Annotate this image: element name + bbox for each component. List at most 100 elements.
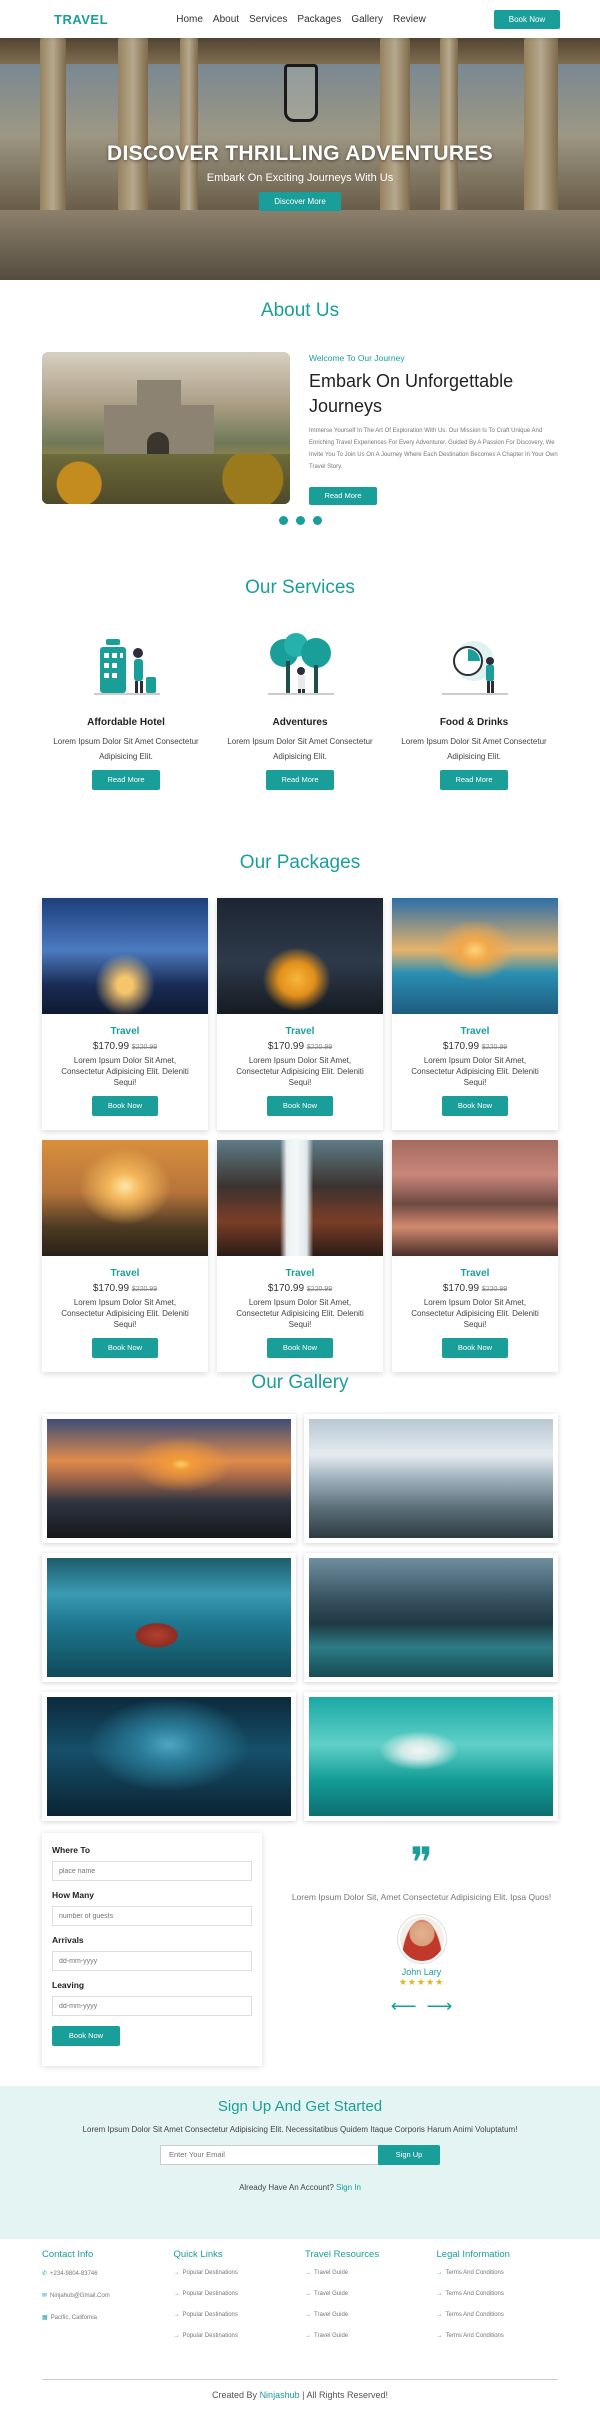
adventure-icon	[220, 631, 380, 703]
package-book-now-button[interactable]: Book Now	[92, 1096, 158, 1117]
package-name: Travel	[285, 1026, 315, 1037]
package-price: $170.99 $220.99	[217, 1041, 383, 1052]
footer-link[interactable]: → Travel Guide	[305, 2312, 427, 2318]
hotel-icon	[46, 631, 206, 703]
package-current-price: $170.99	[92, 1283, 130, 1294]
gallery-image-sunset-rocks[interactable]	[42, 1414, 296, 1543]
copyright: Created By Ninjashub | All Rights Reserv…	[42, 2379, 558, 2400]
copyright-suffix: | All Rights Reserved!	[302, 2390, 388, 2400]
signup-button[interactable]: Sign Up	[378, 2144, 440, 2165]
footer-link-text: Terms And Conditions	[445, 2333, 504, 2339]
package-old-price: $220.99	[131, 1286, 158, 1293]
package-current-price: $170.99	[92, 1041, 130, 1052]
footer-link[interactable]: → Terms And Conditions	[437, 2333, 559, 2339]
booking-review-section: Where To How Many Arrivals Leaving Book …	[0, 1829, 600, 2086]
footer-link[interactable]: → Terms And Conditions	[437, 2270, 559, 2276]
package-old-price: $220.99	[481, 1044, 508, 1051]
packages-grid: Travel $170.99 $220.99 Lorem Ipsum Dolor…	[42, 898, 558, 1372]
map-icon: ▦	[42, 2315, 48, 2321]
arrow-right-icon: →	[305, 2333, 311, 2339]
hero-content: DISCOVER THRILLING ADVENTURES Embark On …	[0, 142, 600, 211]
service-card: Food & Drinks Lorem Ipsum Dolor Sit Amet…	[394, 631, 554, 791]
footer-resources: Travel Resources → Travel Guide → Travel G…	[305, 2249, 427, 2354]
footer-link-text: Popular Destinations	[182, 2291, 238, 2297]
package-book-now-button[interactable]: Book Now	[92, 1338, 158, 1359]
service-read-more-button[interactable]: Read More	[440, 770, 508, 791]
service-read-more-button[interactable]: Read More	[266, 770, 334, 791]
email-input[interactable]	[160, 2144, 378, 2165]
mail-icon: ✉	[42, 2293, 48, 2299]
service-read-more-button[interactable]: Read More	[92, 770, 160, 791]
leaving-date-input[interactable]	[52, 1996, 252, 2016]
signup-title: Sign Up And Get Started	[217, 2098, 383, 2115]
footer-link[interactable]: → Popular Destinations	[174, 2312, 296, 2318]
footer-link[interactable]: → Terms And Conditions	[437, 2291, 559, 2297]
footer-email: ✉ Ninjahub@Gmail.Com	[42, 2292, 164, 2299]
nav-link-review[interactable]: Review	[393, 14, 426, 25]
arrivals-date-input[interactable]	[52, 1951, 252, 1971]
service-title: Affordable Hotel	[87, 717, 165, 728]
logo[interactable]: TRAVEL	[54, 12, 108, 27]
footer-link[interactable]: → Travel Guide	[305, 2291, 427, 2297]
footer-link[interactable]: → Terms And Conditions	[437, 2312, 559, 2318]
about-read-more-button[interactable]: Read More	[309, 487, 377, 506]
package-name: Travel	[110, 1268, 140, 1279]
about-heading: Embark On Unforgettable Journeys	[309, 371, 514, 417]
package-card: Travel $170.99 $220.99 Lorem Ipsum Dolor…	[392, 898, 558, 1130]
nav-link-gallery[interactable]: Gallery	[351, 14, 383, 25]
nav-link-home[interactable]: Home	[176, 14, 203, 25]
nav-book-now-button[interactable]: Book Now	[493, 9, 560, 29]
footer-link[interactable]: → Travel Guide	[305, 2270, 427, 2276]
how-many-label: How Many	[52, 1890, 95, 1900]
copyright-brand[interactable]: Ninjashub	[260, 2390, 300, 2400]
arrow-right-icon[interactable]: ⟶	[427, 1996, 453, 2017]
testimonial: ❞ Lorem Ipsum Dolor Sit, Amet Consectetu…	[283, 1842, 560, 2017]
package-card: Travel $170.99 $220.99 Lorem Ipsum Dolor…	[217, 898, 383, 1130]
gallery-image-kayak[interactable]	[42, 1553, 296, 1682]
signin-link[interactable]: Sign In	[336, 2183, 361, 2192]
discover-more-button[interactable]: Discover More	[259, 192, 341, 211]
footer-resources-title: Travel Resources	[305, 2249, 380, 2260]
gallery-image-ice-cave[interactable]	[42, 1692, 296, 1821]
booking-book-now-button[interactable]: Book Now	[52, 2026, 120, 2046]
package-image-lake	[392, 1140, 558, 1256]
package-name: Travel	[460, 1268, 490, 1279]
package-old-price: $220.99	[306, 1286, 333, 1293]
footer-link-text: Terms And Conditions	[445, 2291, 504, 2297]
carousel-dot[interactable]	[295, 516, 305, 525]
package-old-price: $220.99	[131, 1044, 158, 1051]
nav-link-services[interactable]: Services	[249, 14, 287, 25]
nav-link-about[interactable]: About	[213, 14, 239, 25]
package-book-now-button[interactable]: Book Now	[267, 1338, 333, 1359]
gallery-image-mountain-lake[interactable]	[304, 1553, 558, 1682]
footer-link[interactable]: → Popular Destinations	[174, 2333, 296, 2339]
footer-link[interactable]: → Popular Destinations	[174, 2291, 296, 2297]
package-book-now-button[interactable]: Book Now	[442, 1096, 508, 1117]
gallery-section: Our Gallery	[0, 1372, 600, 1829]
footer-contact-title: Contact Info	[42, 2249, 94, 2260]
package-text: Lorem Ipsum Dolor Sit Amet, Consectetur …	[61, 1056, 189, 1087]
carousel-dot[interactable]	[278, 516, 288, 525]
carousel-dot[interactable]	[312, 516, 322, 525]
guests-input[interactable]	[52, 1906, 252, 1926]
package-book-now-button[interactable]: Book Now	[442, 1338, 508, 1359]
package-image-tent	[217, 898, 383, 1014]
package-text: Lorem Ipsum Dolor Sit Amet, Consectetur …	[411, 1056, 539, 1087]
footer-link[interactable]: → Travel Guide	[305, 2333, 427, 2339]
nav-link-packages[interactable]: Packages	[297, 14, 341, 25]
hero-subtitle: Embark On Exciting Journeys With Us	[206, 172, 394, 184]
package-text: Lorem Ipsum Dolor Sit Amet, Consectetur …	[61, 1298, 189, 1329]
about-info: Welcome To Our Journey Embark On Unforge…	[309, 353, 559, 506]
arrow-left-icon[interactable]: ⟵	[391, 1996, 417, 2017]
arrow-right-icon: →	[436, 2312, 443, 2318]
package-book-now-button[interactable]: Book Now	[267, 1096, 333, 1117]
footer-location: ▦ Pacific, California	[42, 2314, 164, 2321]
nav-menu: Home About Services Packages Gallery Rev…	[176, 14, 426, 25]
footer-link[interactable]: → Popular Destinations	[174, 2270, 296, 2276]
where-to-input[interactable]	[52, 1861, 252, 1881]
service-text: Lorem Ipsum Dolor Sit Amet Consectetur A…	[401, 737, 547, 762]
arrow-right-icon: →	[436, 2291, 443, 2297]
gallery-image-snowy-mountains[interactable]	[304, 1414, 558, 1543]
gallery-image-surfer[interactable]	[304, 1692, 558, 1821]
package-price: $170.99 $220.99	[392, 1041, 558, 1052]
